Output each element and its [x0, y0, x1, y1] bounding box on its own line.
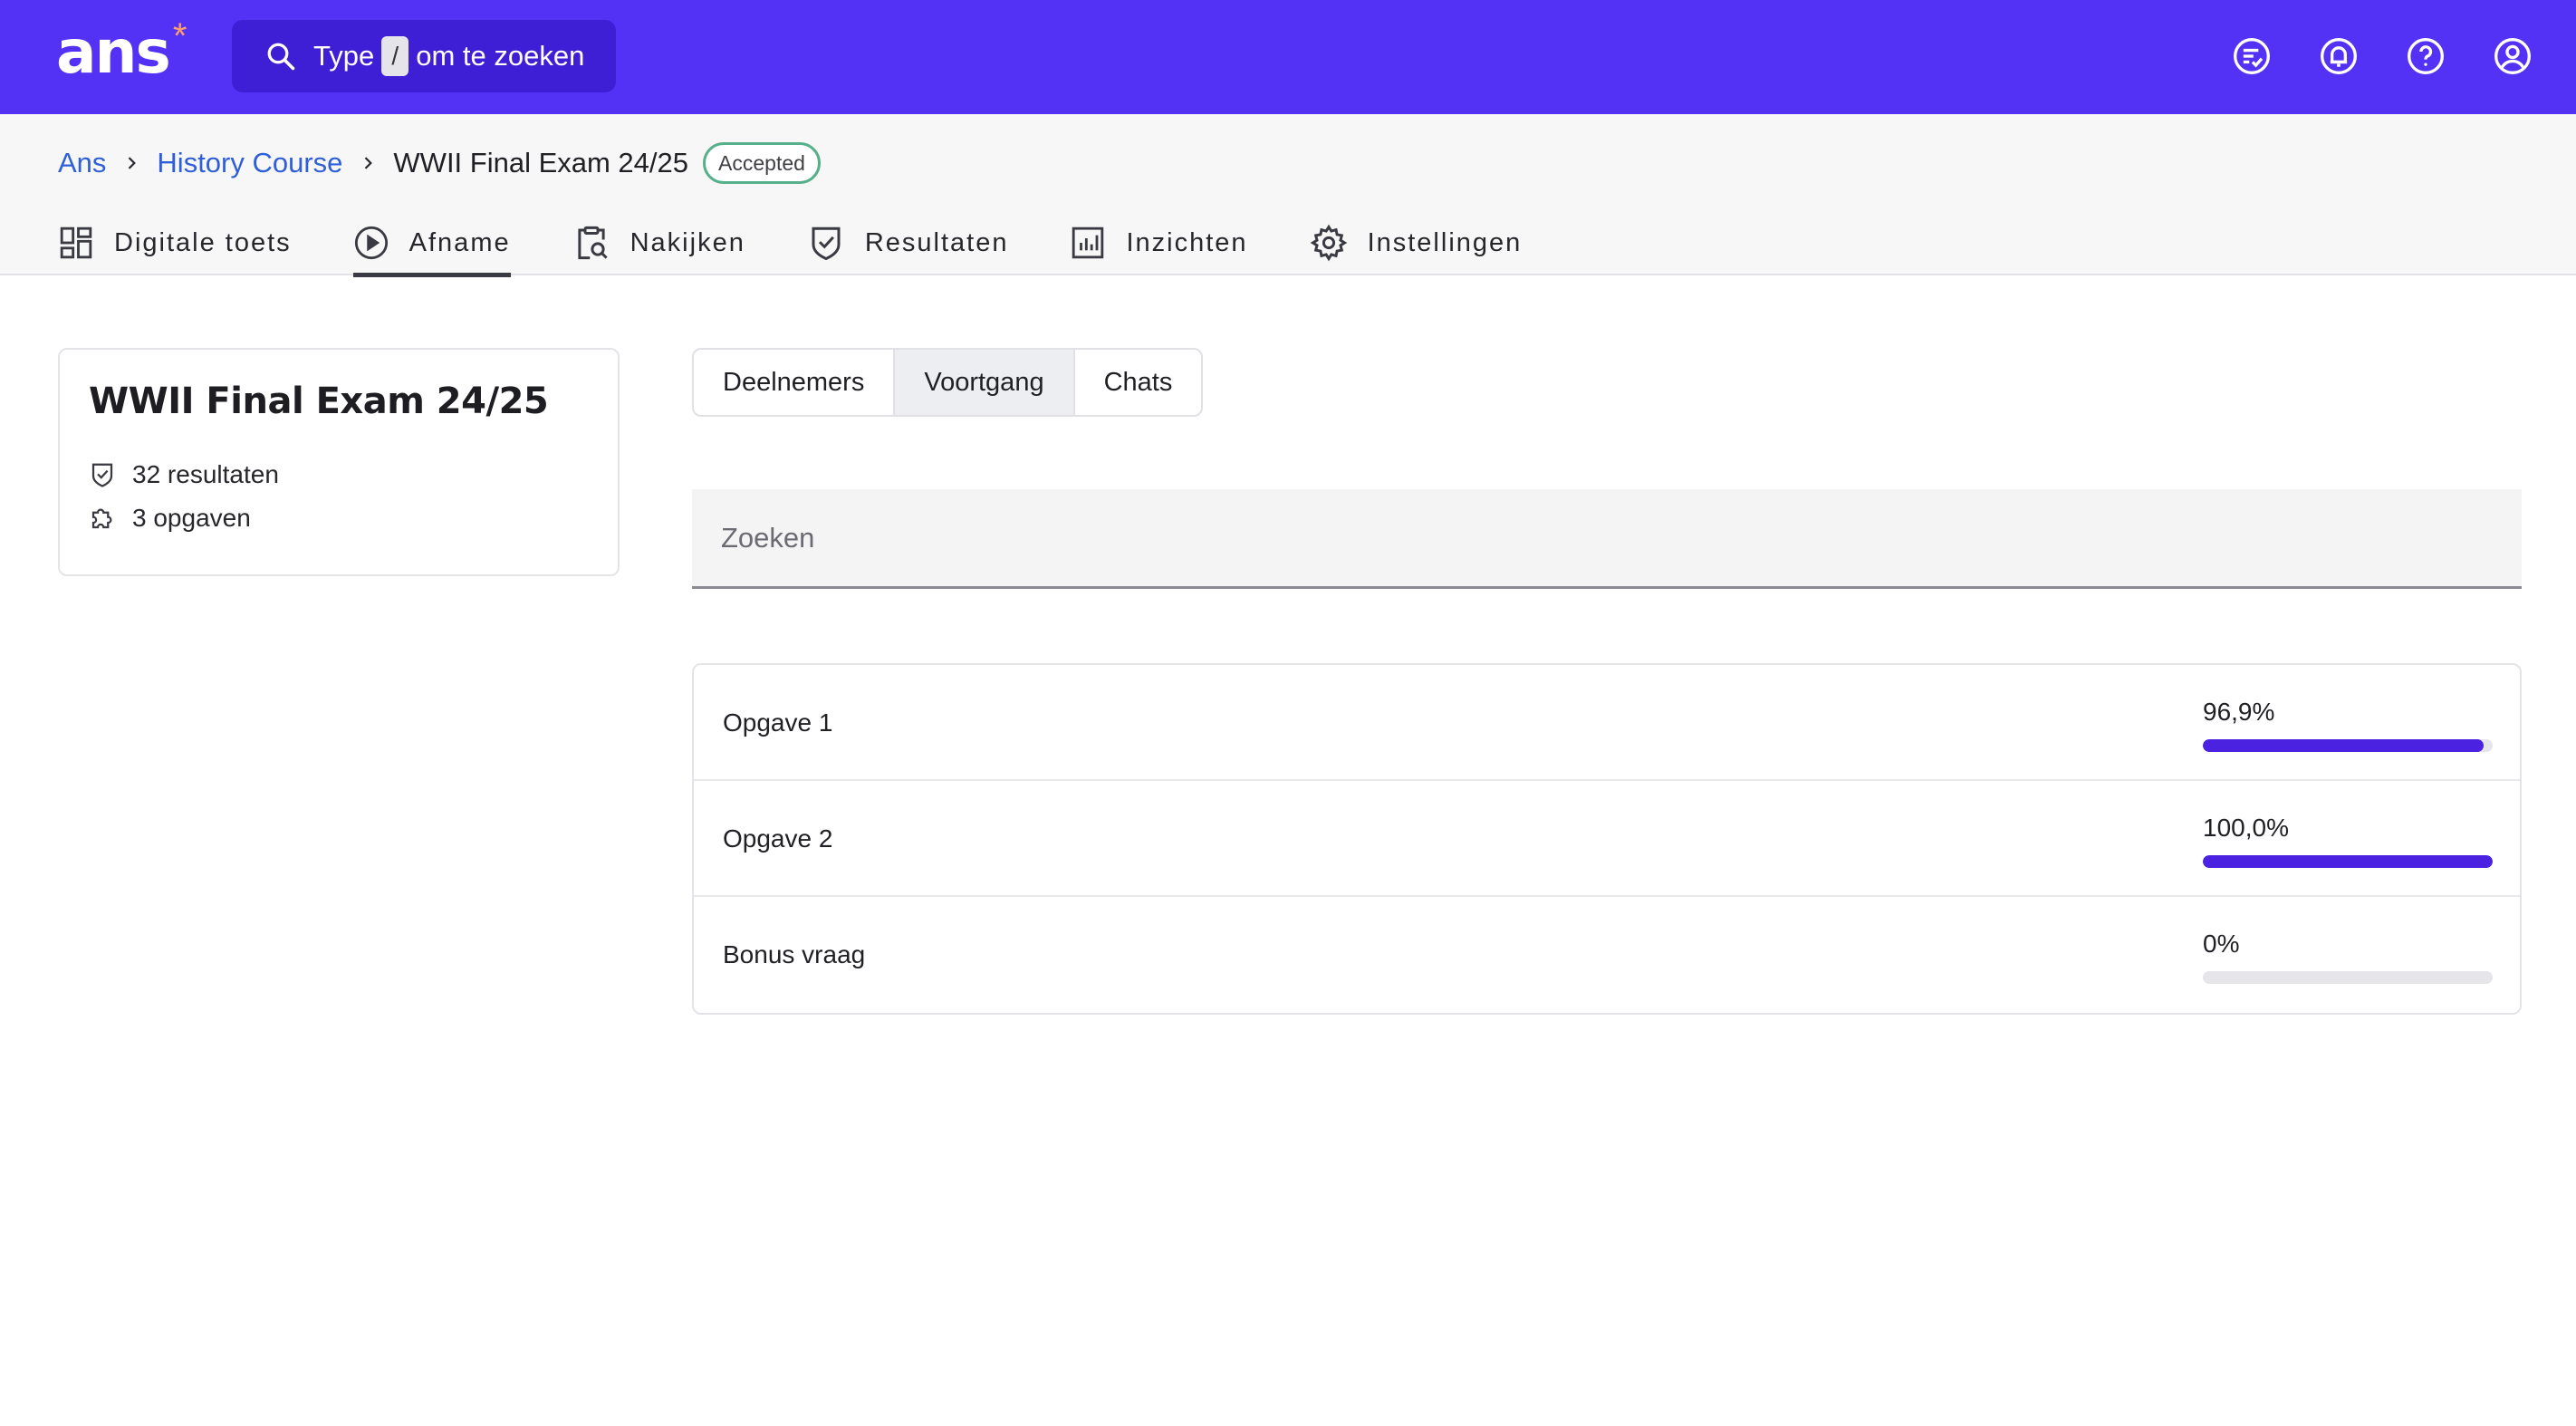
breadcrumb-ans[interactable]: Ans — [58, 147, 106, 179]
search-input[interactable] — [692, 489, 2522, 589]
results-count-row: 32 resultaten — [89, 453, 589, 496]
exam-info-card: WWII Final Exam 24/25 32 resultaten 3 op… — [58, 348, 620, 576]
tab-resultaten[interactable]: Resultaten — [807, 210, 1009, 275]
progress-percent: 96,9% — [2203, 698, 2275, 726]
main-tabs: Digitale toets Afname Nakijken Resultate… — [58, 210, 1583, 277]
shield-check-icon — [812, 226, 841, 261]
questions-count: 3 opgaven — [132, 504, 251, 532]
search-icon — [267, 43, 295, 71]
progress-bar — [2203, 739, 2493, 752]
top-icons — [2228, 33, 2536, 80]
page-header: Ans History Course WWII Final Exam 24/25… — [0, 114, 2576, 277]
tab-label: Resultaten — [864, 227, 1009, 257]
exam-title: WWII Final Exam 24/25 — [89, 381, 549, 422]
breadcrumb-history-course[interactable]: History Course — [157, 147, 342, 179]
view-segmented-control: Deelnemers Voortgang Chats — [692, 348, 1204, 417]
questions-count-row: 3 opgaven — [89, 496, 589, 540]
progress-bar — [2203, 971, 2493, 984]
breadcrumb: Ans History Course WWII Final Exam 24/25… — [58, 142, 821, 184]
results-count: 32 resultaten — [132, 460, 279, 488]
progress-bar-fill — [2203, 855, 2493, 868]
question-label: Bonus vraag — [723, 940, 866, 968]
global-search-button[interactable]: Type / om te zoeken — [232, 20, 616, 92]
search-suffix: om te zoeken — [416, 40, 585, 72]
progress-percent: 0% — [2203, 930, 2240, 958]
user-icon[interactable] — [2489, 33, 2536, 80]
tab-inzichten[interactable]: Inzichten — [1070, 210, 1247, 275]
top-bar: ans * Type / om te zoeken — [0, 0, 2576, 114]
progress-bar — [2203, 855, 2493, 868]
chevron-right-icon — [359, 154, 377, 172]
segment-deelnemers[interactable]: Deelnemers — [694, 350, 896, 415]
list-item[interactable]: Bonus vraag 0% — [694, 897, 2520, 1013]
logo-asterisk: * — [172, 16, 187, 56]
tab-digitale-toets[interactable]: Digitale toets — [58, 210, 292, 275]
ans-logo[interactable]: ans * — [56, 16, 187, 89]
progress-percent: 100,0% — [2203, 814, 2289, 842]
question-label: Opgave 1 — [723, 708, 833, 737]
progress-bar-fill — [2203, 739, 2485, 752]
puzzle-icon — [91, 508, 112, 529]
tab-label: Afname — [409, 227, 511, 257]
chevron-right-icon — [122, 154, 140, 172]
search-shortcut-key: / — [381, 36, 409, 76]
bar-chart-icon — [1072, 226, 1104, 259]
bell-icon[interactable] — [2315, 33, 2362, 80]
clipboard-search-icon — [577, 226, 608, 260]
search-prefix: Type — [313, 40, 375, 72]
gear-icon — [1310, 224, 1347, 262]
tab-nakijken[interactable]: Nakijken — [572, 210, 745, 275]
tab-instellingen[interactable]: Instellingen — [1310, 210, 1523, 275]
tab-label: Nakijken — [630, 227, 745, 257]
dashboard-icon — [60, 226, 92, 259]
logo-text: ans — [56, 17, 171, 87]
segment-voortgang[interactable]: Voortgang — [895, 350, 1075, 415]
tab-afname[interactable]: Afname — [352, 210, 511, 277]
help-icon[interactable] — [2402, 33, 2449, 80]
status-badge: Accepted — [703, 142, 821, 184]
breadcrumb-current: WWII Final Exam 24/25 — [393, 147, 689, 178]
checklist-icon[interactable] — [2228, 33, 2275, 80]
shield-check-icon — [91, 463, 113, 487]
list-item[interactable]: Opgave 2 100,0% — [694, 781, 2520, 897]
tab-label: Inzichten — [1126, 227, 1248, 257]
tab-label: Instellingen — [1367, 227, 1523, 257]
question-label: Opgave 2 — [723, 824, 833, 853]
play-circle-icon — [354, 226, 388, 260]
tab-label: Digitale toets — [114, 227, 292, 257]
list-item[interactable]: Opgave 1 96,9% — [694, 665, 2520, 781]
segment-chats[interactable]: Chats — [1075, 350, 1202, 415]
progress-list: Opgave 1 96,9% Opgave 2 100,0% Bonus vra… — [692, 663, 2522, 1015]
